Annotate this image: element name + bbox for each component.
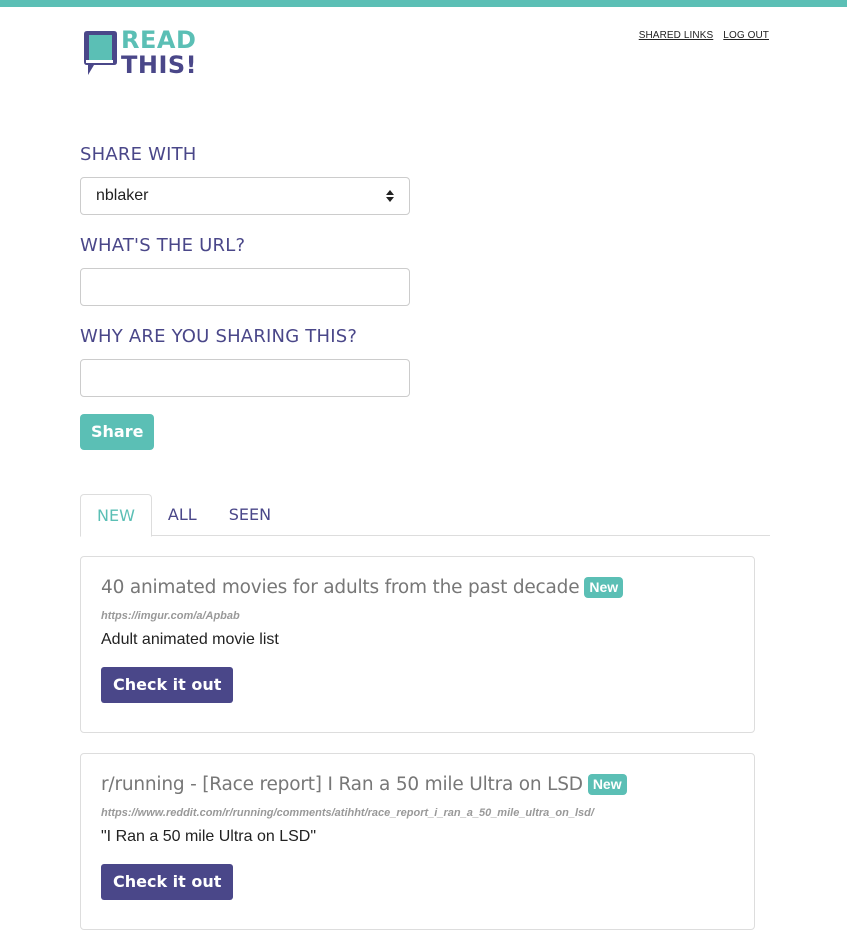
card-title-row: r/running - [Race report] I Ran a 50 mil… bbox=[101, 774, 734, 795]
card-description: Adult animated movie list bbox=[101, 631, 279, 648]
logo-wordmark: READ THIS! bbox=[121, 28, 197, 78]
url-input[interactable] bbox=[80, 268, 410, 306]
card-title: r/running - [Race report] I Ran a 50 mil… bbox=[101, 774, 583, 795]
reason-label: WHY ARE YOU SHARING THIS? bbox=[80, 326, 358, 347]
book-speech-bubble-icon bbox=[80, 28, 120, 80]
reason-input[interactable] bbox=[80, 359, 410, 397]
tab-all[interactable]: ALL bbox=[152, 494, 213, 536]
select-updown-icon bbox=[386, 190, 394, 202]
log-out-link[interactable]: LOG OUT bbox=[723, 30, 769, 41]
share-form: SHARE WITH nblaker WHAT'S THE URL? WHY A… bbox=[80, 145, 410, 450]
share-button[interactable]: Share bbox=[80, 414, 155, 450]
logo-line-this: THIS! bbox=[121, 51, 198, 79]
app-logo[interactable]: READ THIS! bbox=[80, 28, 197, 80]
check-it-out-button[interactable]: Check it out bbox=[101, 667, 234, 703]
card-title: 40 animated movies for adults from the p… bbox=[101, 577, 580, 598]
check-it-out-button[interactable]: Check it out bbox=[101, 864, 234, 900]
top-accent-bar bbox=[0, 0, 847, 7]
card-url: https://www.reddit.com/r/running/comment… bbox=[101, 807, 594, 819]
tab-seen[interactable]: SEEN bbox=[213, 494, 287, 536]
card-description: "I Ran a 50 mile Ultra on LSD" bbox=[101, 828, 317, 845]
logo-line-read: READ bbox=[121, 26, 197, 54]
shared-links-link[interactable]: SHARED LINKS bbox=[639, 30, 714, 41]
new-badge: New bbox=[584, 577, 624, 598]
link-card: r/running - [Race report] I Ran a 50 mil… bbox=[80, 753, 755, 930]
share-with-select[interactable]: nblaker bbox=[80, 177, 410, 215]
link-card: 40 animated movies for adults from the p… bbox=[80, 556, 755, 733]
tab-new[interactable]: NEW bbox=[80, 494, 152, 537]
top-nav: SHARED LINKS LOG OUT bbox=[639, 30, 769, 41]
card-url: https://imgur.com/a/Apbab bbox=[101, 610, 240, 622]
share-with-selected-value: nblaker bbox=[96, 187, 149, 204]
new-badge: New bbox=[587, 774, 627, 795]
share-with-label: SHARE WITH bbox=[80, 144, 197, 165]
link-filter-tabs: NEW ALL SEEN bbox=[80, 494, 770, 537]
url-label: WHAT'S THE URL? bbox=[80, 235, 246, 256]
card-title-row: 40 animated movies for adults from the p… bbox=[101, 577, 734, 598]
